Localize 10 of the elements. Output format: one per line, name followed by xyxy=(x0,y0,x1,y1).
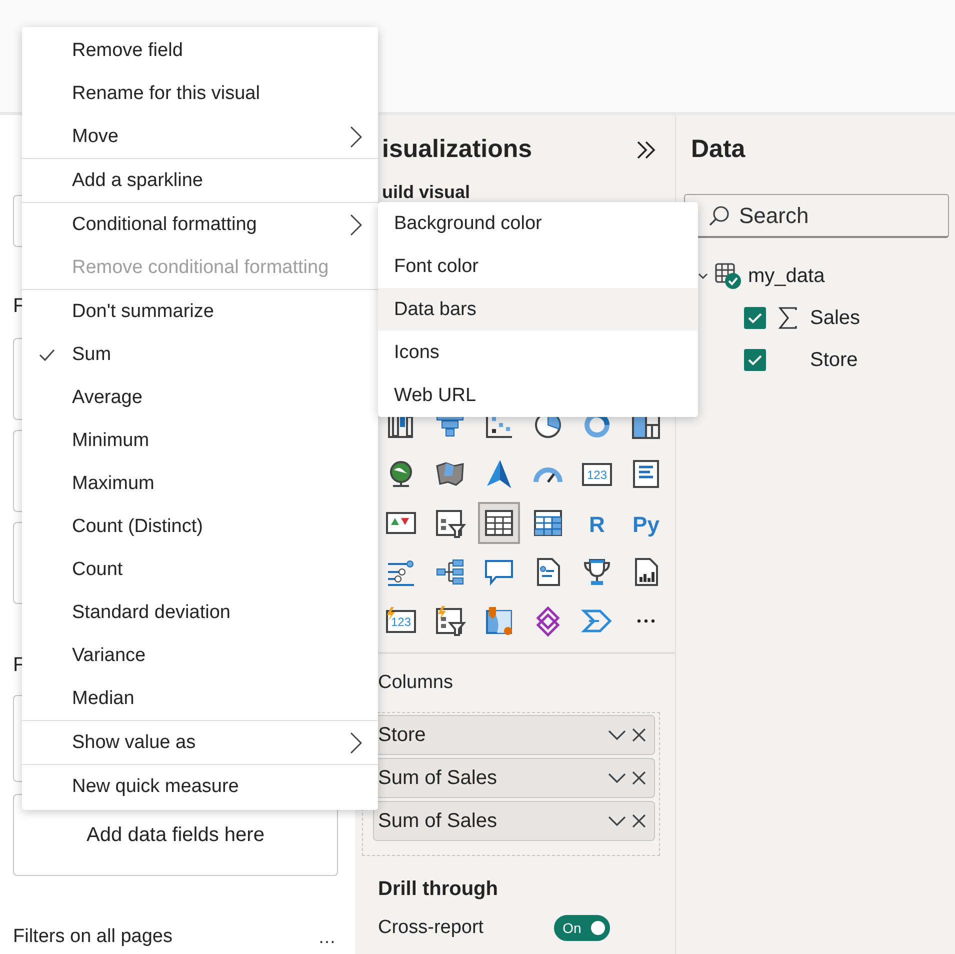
section-heading: uild visual xyxy=(381,182,472,204)
section-heading: Columns xyxy=(378,672,454,694)
field-name: Sum of Sales xyxy=(378,810,498,832)
pane-title: Data xyxy=(691,135,746,164)
section-heading: Filters on all pages xyxy=(13,926,172,948)
field-name: Store xyxy=(378,724,427,746)
pane-title: isualizations xyxy=(382,135,532,164)
field-name: Sum of Sales xyxy=(378,766,498,790)
toggle-label: Cross-report xyxy=(378,917,484,939)
section-heading: Drill through xyxy=(378,878,499,901)
